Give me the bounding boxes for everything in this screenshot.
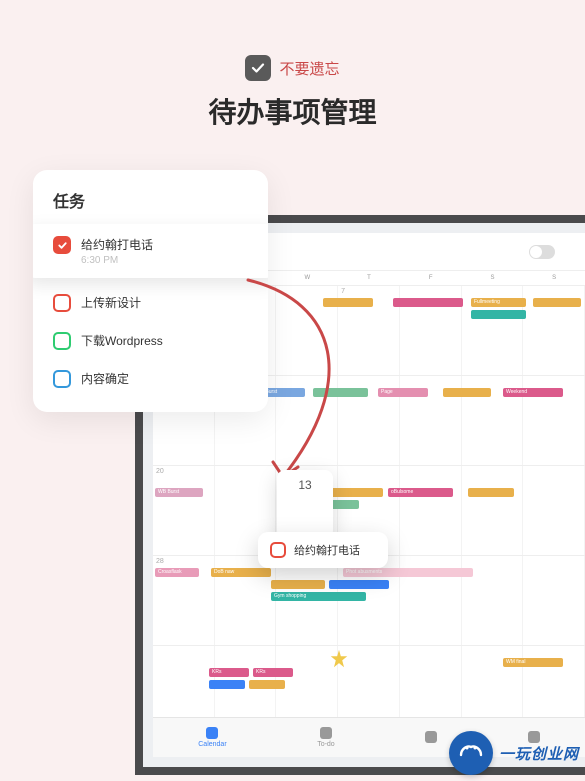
tabbar-label: To-do [317, 741, 335, 748]
calendar-row: 28CroasflaskDoB nawPhot abusmentsGym sho… [153, 556, 585, 646]
view-toggle[interactable] [529, 245, 555, 259]
watermark-logo-icon [449, 731, 493, 775]
task-label: 上传新设计 [81, 294, 141, 311]
calendar-cell[interactable] [523, 556, 585, 645]
tabbar-item[interactable]: Calendar [198, 727, 226, 748]
calendar-event[interactable] [323, 298, 373, 307]
header-tag: 不要遗忘 [245, 55, 339, 81]
calendar-drop-target[interactable]: 13 [277, 470, 333, 538]
tabbar-icon [320, 727, 332, 739]
task-checkbox[interactable] [53, 236, 71, 254]
calendar-event[interactable]: Weekend [503, 388, 563, 397]
calendar-event[interactable] [209, 680, 245, 689]
star-doodle-icon [328, 648, 350, 670]
drop-target-day: 13 [298, 478, 311, 492]
calendar-day-header: T [338, 271, 400, 285]
task-label: 内容确定 [81, 370, 129, 387]
tabbar-item[interactable]: To-do [317, 727, 335, 748]
dragged-task-label: 给约翰打电话 [294, 542, 360, 558]
check-icon [245, 55, 271, 81]
task-checkbox[interactable] [53, 332, 71, 350]
task-item[interactable]: 上传新设计 [33, 284, 268, 322]
checkbox-icon [270, 542, 286, 558]
calendar-cell[interactable] [462, 466, 524, 555]
page-title: 待办事项管理 [0, 91, 585, 131]
calendar-event[interactable]: Croasflask [155, 568, 199, 577]
calendar-event[interactable]: Phot abusments [343, 568, 473, 577]
calendar-day-header: S [462, 271, 524, 285]
calendar-event[interactable]: Gym shopping [271, 592, 366, 601]
task-checkbox[interactable] [53, 370, 71, 388]
tabbar-label: Calendar [198, 741, 226, 748]
task-item[interactable]: 内容确定 [33, 360, 268, 398]
calendar-cell[interactable] [523, 466, 585, 555]
task-list: 给约翰打电话 6:30 PM 上传新设计下载Wordpress 内容确定 [33, 224, 268, 398]
calendar-event[interactable] [249, 680, 285, 689]
task-label: 下载Wordpress [81, 332, 163, 349]
calendar-event[interactable]: WB Burst [155, 488, 203, 497]
calendar-day-header: S [523, 271, 585, 285]
task-card: 任务 给约翰打电话 6:30 PM 上传新设计下载Wordpress 内容确定 [33, 170, 268, 412]
calendar-event[interactable]: Page [378, 388, 428, 397]
task-time: 6:30 PM [81, 255, 153, 266]
calendar-event[interactable]: KRs [253, 668, 293, 677]
calendar-event[interactable] [271, 580, 325, 589]
calendar-cell[interactable] [400, 466, 462, 555]
calendar-day-header: W [276, 271, 338, 285]
calendar-event[interactable] [393, 298, 463, 307]
calendar-event[interactable]: DoB naw [211, 568, 271, 577]
calendar-event[interactable] [471, 310, 526, 319]
tabbar-item[interactable] [425, 731, 437, 745]
task-card-title: 任务 [33, 170, 268, 224]
calendar-event[interactable]: oBulsome [388, 488, 453, 497]
tabbar-icon [206, 727, 218, 739]
calendar-day-header: F [400, 271, 462, 285]
calendar-event[interactable] [468, 488, 514, 497]
dragged-task-chip[interactable]: 给约翰打电话 [258, 532, 388, 568]
calendar-event[interactable]: WM final [503, 658, 563, 667]
watermark-text: 一玩创业网 [499, 743, 579, 764]
calendar-event[interactable]: Fullmeeting [471, 298, 526, 307]
header-tag-text: 不要遗忘 [279, 58, 339, 79]
calendar-event[interactable]: KRs [209, 668, 249, 677]
tabbar-icon [425, 731, 437, 743]
calendar-event[interactable] [533, 298, 581, 307]
calendar-event[interactable] [313, 388, 368, 397]
calendar-event[interactable] [329, 580, 389, 589]
promo-header: 不要遗忘 待办事项管理 [0, 0, 585, 131]
task-checkbox[interactable] [53, 294, 71, 312]
calendar-event[interactable] [443, 388, 491, 397]
task-item[interactable]: 给约翰打电话 6:30 PM [33, 224, 268, 278]
task-label: 给约翰打电话 [81, 236, 153, 253]
task-item[interactable]: 下载Wordpress [33, 322, 268, 360]
calendar-cell[interactable]: 20 [153, 466, 215, 555]
watermark: 一玩创业网 [449, 731, 579, 775]
